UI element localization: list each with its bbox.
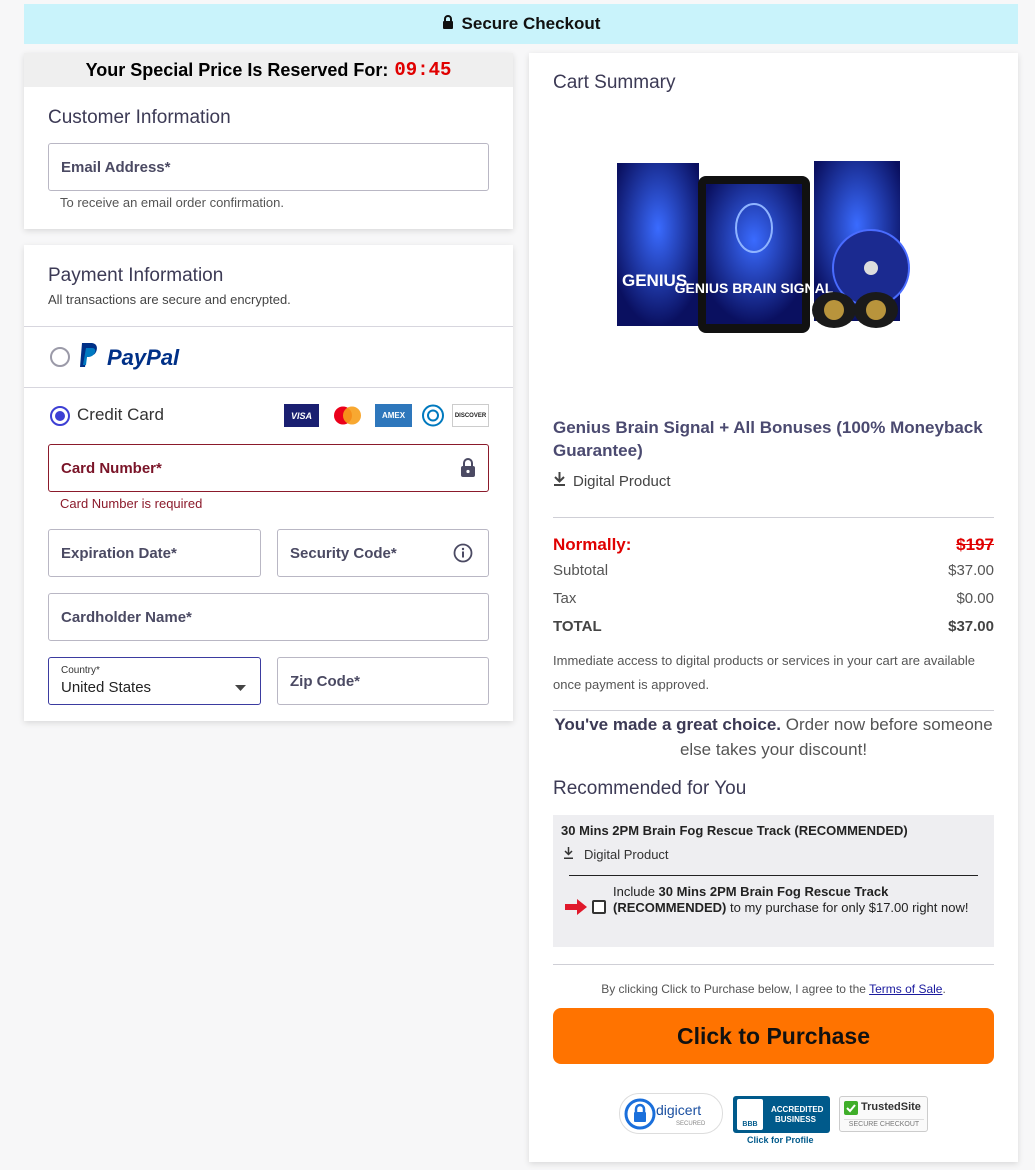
security-placeholder: Security Code* <box>290 544 397 562</box>
divider <box>553 710 994 711</box>
credit-card-radio[interactable] <box>50 406 70 426</box>
access-note: Immediate access to digital products or … <box>553 653 975 692</box>
tax-value: $0.00 <box>956 590 994 607</box>
subtotal-row: Subtotal $37.00 <box>553 562 994 579</box>
paypal-option[interactable]: PayPal <box>77 341 179 374</box>
digicert-sub: SECURED <box>676 1121 706 1127</box>
country-label: Country* <box>61 665 100 676</box>
payment-info-card: Payment Information All transactions are… <box>24 245 513 721</box>
amex-icon: AMEX <box>375 404 412 427</box>
subtotal-value: $37.00 <box>948 562 994 579</box>
banner-title: Secure Checkout <box>461 14 601 33</box>
download-icon <box>563 847 574 862</box>
normally-label: Normally: <box>553 535 632 554</box>
bbb-line1: ACCREDITED <box>771 1105 824 1114</box>
check-icon <box>844 1101 858 1120</box>
credit-card-label[interactable]: Credit Card <box>77 405 164 425</box>
normally-value: $197 <box>956 535 994 554</box>
rec-item-title: 30 Mins 2PM Brain Fog Rescue Track (RECO… <box>561 823 908 838</box>
card-number-placeholder: Card Number* <box>61 459 162 477</box>
diners-club-icon <box>421 404 445 427</box>
security-code-field[interactable]: Security Code* <box>277 529 489 577</box>
zip-placeholder: Zip Code* <box>290 672 360 690</box>
divider <box>24 326 513 327</box>
include-upsell-checkbox[interactable] <box>592 900 606 914</box>
bbb-profile-link[interactable]: Click for Profile <box>747 1135 814 1145</box>
total-row: TOTAL $37.00 <box>553 618 994 635</box>
customer-info-card: Your Special Price Is Reserved For: 09:4… <box>24 53 513 229</box>
total-value: $37.00 <box>948 618 994 635</box>
bbb-line2: BUSINESS <box>775 1115 816 1124</box>
svg-text:GENIUS: GENIUS <box>622 271 687 290</box>
discover-icon: DISCOVER <box>452 404 489 427</box>
digicert-text: digicert <box>656 1102 702 1118</box>
paypal-logo-icon <box>77 341 101 374</box>
bbb-badge[interactable]: BBB ACCREDITED BUSINESS <box>733 1096 830 1133</box>
total-label: TOTAL <box>553 618 602 635</box>
rec-item-type: Digital Product <box>563 847 669 862</box>
bbb-logo-icon: BBB <box>737 1099 763 1130</box>
cardholder-placeholder: Cardholder Name* <box>61 608 192 626</box>
expiration-placeholder: Expiration Date* <box>61 544 177 562</box>
cardholder-name-field[interactable]: Cardholder Name* <box>48 593 489 641</box>
tax-row: Tax $0.00 <box>553 590 994 607</box>
zip-code-field[interactable]: Zip Code* <box>277 657 489 705</box>
include-upsell-label[interactable]: Include 30 Mins 2PM Brain Fog Rescue Tra… <box>613 884 983 916</box>
divider <box>553 517 994 518</box>
arrow-right-icon <box>565 899 587 920</box>
tax-label: Tax <box>553 590 577 607</box>
timer-label: Your Special Price Is Reserved For: <box>85 59 389 80</box>
email-placeholder: Email Address* <box>61 158 171 176</box>
payment-info-title: Payment Information <box>48 265 224 286</box>
great-choice-message: You've made a great choice. Order now be… <box>554 715 993 759</box>
lock-icon <box>460 458 476 482</box>
visa-icon: VISA <box>284 404 319 427</box>
payment-subtitle: All transactions are secure and encrypte… <box>48 292 291 307</box>
price-timer: Your Special Price Is Reserved For: 09:4… <box>24 53 513 87</box>
mastercard-icon <box>329 404 366 427</box>
info-icon[interactable] <box>453 543 473 567</box>
secure-checkout-banner: Secure Checkout <box>24 4 1018 44</box>
padlock-icon <box>624 1098 656 1135</box>
country-select[interactable]: Country* United States <box>48 657 261 705</box>
divider <box>569 875 978 876</box>
paypal-label: PayPal <box>107 344 180 370</box>
terms-of-sale-link[interactable]: Terms of Sale <box>869 982 942 996</box>
subtotal-label: Subtotal <box>553 562 609 579</box>
product-name: Genius Brain Signal + All Bonuses (100% … <box>553 418 983 460</box>
recommended-item: 30 Mins 2PM Brain Fog Rescue Track (RECO… <box>553 815 994 947</box>
terms-notice: By clicking Click to Purchase below, I a… <box>601 982 946 996</box>
svg-text:GENIUS BRAIN SIGNAL: GENIUS BRAIN SIGNAL <box>675 280 834 296</box>
product-image: GENIUS BRAIN SIGNAL GENIUS <box>614 158 914 343</box>
digicert-badge[interactable]: digicert SECURED <box>619 1093 723 1134</box>
click-to-purchase-button[interactable]: Click to Purchase <box>553 1008 994 1064</box>
normally-row: Normally: $197 <box>553 535 994 555</box>
product-type: Digital Product <box>553 472 671 490</box>
cart-summary-title: Cart Summary <box>553 72 676 93</box>
customer-info-title: Customer Information <box>48 107 231 128</box>
trustedsite-sub: SECURE CHECKOUT <box>844 1119 924 1130</box>
timer-countdown: 09:45 <box>394 59 452 81</box>
email-field[interactable]: Email Address* <box>48 143 489 191</box>
expiration-date-field[interactable]: Expiration Date* <box>48 529 261 577</box>
card-number-error: Card Number is required <box>60 496 203 511</box>
paypal-radio[interactable] <box>50 347 70 367</box>
trustedsite-text: TrustedSite <box>861 1101 921 1113</box>
chevron-down-icon <box>235 678 246 695</box>
email-helper: To receive an email order confirmation. <box>60 195 284 210</box>
country-value: United States <box>61 679 152 696</box>
recommended-title: Recommended for You <box>553 778 747 799</box>
download-icon <box>553 472 566 490</box>
card-number-field[interactable]: Card Number* <box>48 444 489 492</box>
divider <box>24 387 513 388</box>
lock-icon <box>442 14 454 34</box>
divider <box>553 964 994 965</box>
trustedsite-badge[interactable]: TrustedSite SECURE CHECKOUT <box>839 1096 928 1132</box>
cart-summary-card: Cart Summary GENIUS BRAIN SIGNAL GENIUS … <box>529 53 1018 1162</box>
